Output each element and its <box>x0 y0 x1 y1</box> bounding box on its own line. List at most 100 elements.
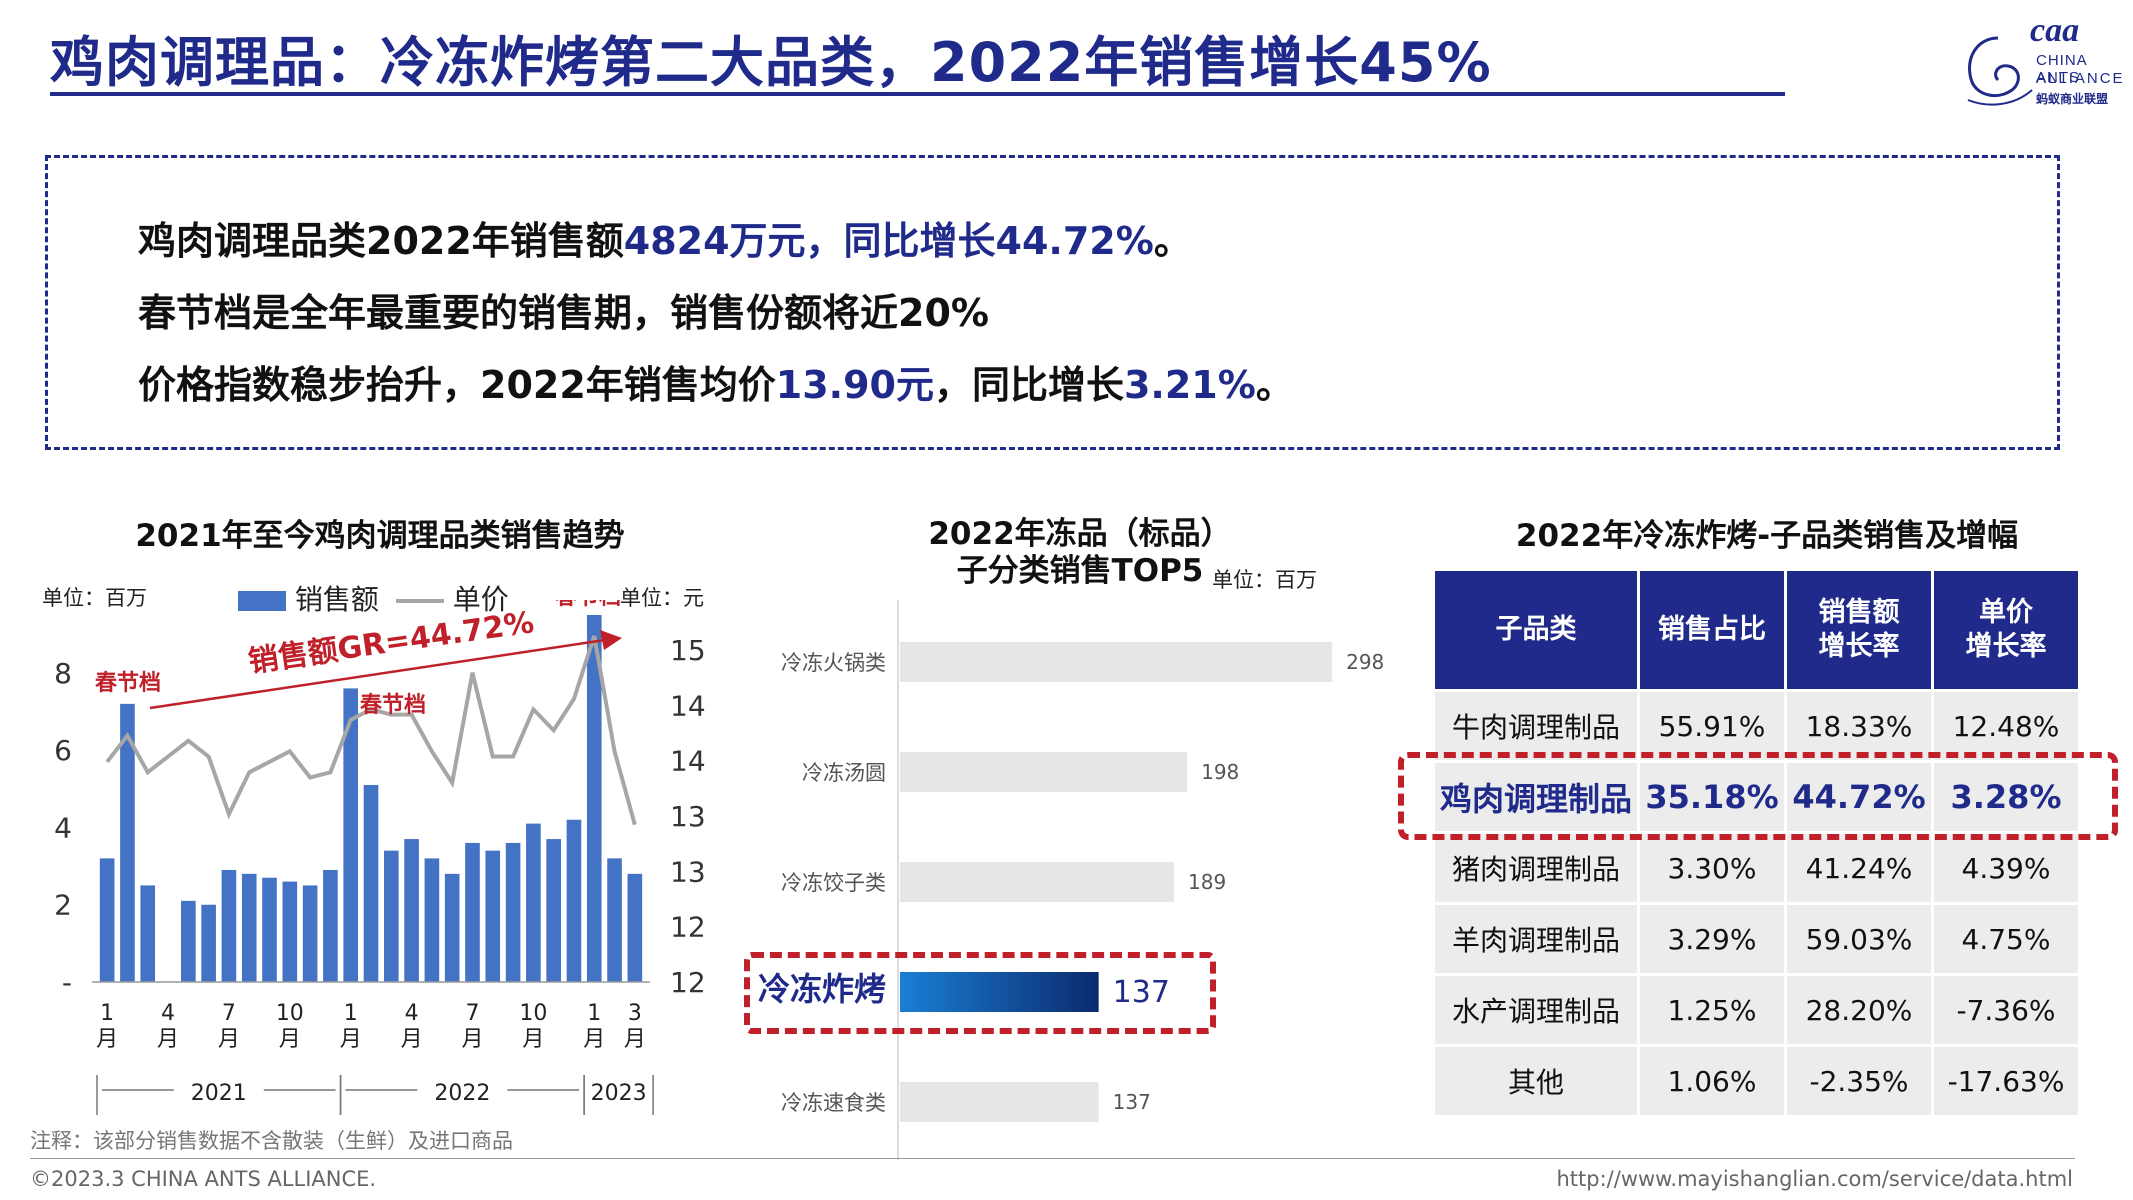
summary-line-3-e: 。 <box>1255 363 1294 407</box>
x-tick-label: 4月 <box>401 1001 423 1052</box>
copyright: ©2023.3 CHINA ANTS ALLIANCE. <box>30 1167 377 1191</box>
table-cell: 牛肉调理制品 <box>1435 692 1637 760</box>
sales-bar <box>485 850 501 982</box>
table-row: 水产调理制品 1.25% 28.20% -7.36% <box>1435 976 2078 1044</box>
y2-tick-label: 13 <box>670 855 706 888</box>
spring-festival-label: 春节档 <box>360 693 426 718</box>
sales-bar <box>444 873 460 982</box>
sales-bar <box>282 881 298 982</box>
growth-label: 销售额GR=44.72% <box>246 605 536 680</box>
table-cell: 55.91% <box>1640 692 1784 760</box>
summary-line-1-a: 鸡肉调理品类2022年销售额 <box>138 219 624 263</box>
growth-arrow-head <box>600 630 622 650</box>
table-header-row: 子品类 销售占比 销售额 增长率 单价 增长率 <box>1435 571 2078 689</box>
top5-category-label: 冷冻饺子类 <box>781 871 886 895</box>
sales-bar <box>262 877 277 982</box>
page-title: 鸡肉调理品：冷冻炸烤第二大品类，2022年销售增长45% <box>50 31 1492 94</box>
top5-bar <box>900 1082 1099 1122</box>
table-cell: 18.33% <box>1787 692 1931 760</box>
table-cell: 羊肉调理制品 <box>1435 905 1637 973</box>
y2-tick-label: 15 <box>670 634 706 667</box>
x-tick-label: 10 月 <box>519 1001 547 1052</box>
sales-bar <box>607 858 622 982</box>
x-tick-label: 1月 <box>583 1001 605 1052</box>
footer-divider <box>30 1158 2075 1159</box>
logo-line3: 蚂蚁商业联盟 <box>2036 92 2109 106</box>
y-tick-label: 8 <box>54 657 72 690</box>
y-tick-label: 2 <box>54 889 72 922</box>
sales-bar <box>181 900 196 982</box>
table-highlight-box <box>1398 752 2118 840</box>
x-tick-label: 7月 <box>461 1001 483 1052</box>
top5-bar <box>900 752 1188 792</box>
summary-line-3-a: 价格指数稳步抬升，2022年销售均价 <box>138 363 776 407</box>
summary-line-1-c: 。 <box>1153 219 1192 263</box>
table-header-cell: 子品类 <box>1435 571 1637 689</box>
y2-tick-label: 14 <box>670 689 706 722</box>
title-underline <box>50 92 1785 96</box>
table-cell: -2.35% <box>1787 1047 1931 1115</box>
sales-bar <box>424 858 440 982</box>
table-cell: 12.48% <box>1934 692 2078 760</box>
y-tick-label: - <box>62 966 72 999</box>
table-cell: 4.75% <box>1934 905 2078 973</box>
logo-mark: caa <box>2030 12 2080 49</box>
x-tick-label: 1月 <box>96 1001 118 1052</box>
table-cell: 1.25% <box>1640 976 1784 1044</box>
source-link[interactable]: http://www.mayishanglian.com/service/dat… <box>1556 1167 2073 1191</box>
sales-bar <box>526 823 541 982</box>
logo-line2: ALLIANCE <box>2036 70 2125 87</box>
top5-value-label: 298 <box>1346 650 1384 674</box>
table-title: 2022年冷冻炸烤-子品类销售及增幅 <box>1515 518 2019 554</box>
summary-box: 鸡肉调理品类2022年销售额4824万元，同比增长44.72%。 春节档是全年最… <box>45 155 2060 450</box>
sales-bar <box>140 885 156 982</box>
top5-value-label: 189 <box>1188 870 1226 894</box>
y2-tick-label: 13 <box>670 800 706 833</box>
x-tick-label: 7月 <box>218 1001 240 1052</box>
top5-category-label: 冷冻汤圆 <box>802 761 886 785</box>
sales-bar <box>465 842 480 982</box>
trend-chart: - 2 4 6 8 12 12 13 13 14 14 15 1 月 4 月 7 月 10 月 1 月 4 月 7 月 10 月 1 月 3… <box>54 600 706 1115</box>
table-cell: -17.63% <box>1934 1047 2078 1115</box>
table-row: 其他 1.06% -2.35% -17.63% <box>1435 1047 2078 1115</box>
year-label: 2023 <box>591 1081 647 1106</box>
footnote: 注释：该部分销售数据不含散装（生鲜）及进口商品 <box>30 1129 513 1153</box>
spring-festival-label: 春节档 <box>95 671 161 696</box>
table-cell: 4.39% <box>1934 834 2078 902</box>
table-cell: -7.36% <box>1934 976 2078 1044</box>
sales-bar <box>221 869 237 982</box>
top5-value-label: 137 <box>1113 1090 1151 1114</box>
table-cell: 猪肉调理制品 <box>1435 834 1637 902</box>
table-cell: 28.20% <box>1787 976 1931 1044</box>
y-tick-label: 6 <box>54 734 72 767</box>
year-label: 2021 <box>191 1081 247 1106</box>
summary-line-1-b: 4824万元，同比增长44.72% <box>623 219 1154 263</box>
top5-value-label: 198 <box>1201 760 1239 784</box>
top5-title-line2: 子分类销售TOP5 <box>956 553 1204 589</box>
sales-bar <box>383 850 399 982</box>
table-row: 猪肉调理制品 3.30% 41.24% 4.39% <box>1435 834 2078 902</box>
top5-category-label: 冷冻火锅类 <box>781 651 886 675</box>
x-tick-label: 10 月 <box>276 1001 304 1052</box>
y2-tick-label: 14 <box>670 745 706 778</box>
sales-bar <box>363 784 379 982</box>
table-cell: 水产调理制品 <box>1435 976 1637 1044</box>
table-cell: 3.30% <box>1640 834 1784 902</box>
y-tick-label: 4 <box>54 811 72 844</box>
x-tick-label: 3月 <box>624 1001 646 1052</box>
sales-bar <box>201 904 216 982</box>
table-header-cell: 销售额 增长率 <box>1787 571 1931 689</box>
summary-line-3-c: ，同比增长 <box>933 363 1124 407</box>
summary-line-3: 价格指数稳步抬升，2022年销售均价13.90元，同比增长3.21%。 <box>138 354 1294 409</box>
top5-bar <box>900 642 1333 682</box>
brand-logo: caa CHINA ANTS ALLIANCE 蚂蚁商业联盟 <box>1958 12 2123 106</box>
top5-unit: 单位：百万 <box>1212 568 1317 592</box>
table-cell: 其他 <box>1435 1047 1637 1115</box>
x-tick-label: 4月 <box>157 1001 179 1052</box>
logo-swirl-icon <box>1967 36 2033 106</box>
table-row: 牛肉调理制品 55.91% 18.33% 12.48% <box>1435 692 2078 760</box>
table-header-cell: 单价 增长率 <box>1934 571 2078 689</box>
top5-chart: 冷冻火锅类 298冷冻汤圆 198冷冻饺子类 189冷冻炸烤 137冷冻速食类 137 <box>758 600 1384 1160</box>
sales-bar <box>302 885 318 982</box>
table-cell: 41.24% <box>1787 834 1931 902</box>
